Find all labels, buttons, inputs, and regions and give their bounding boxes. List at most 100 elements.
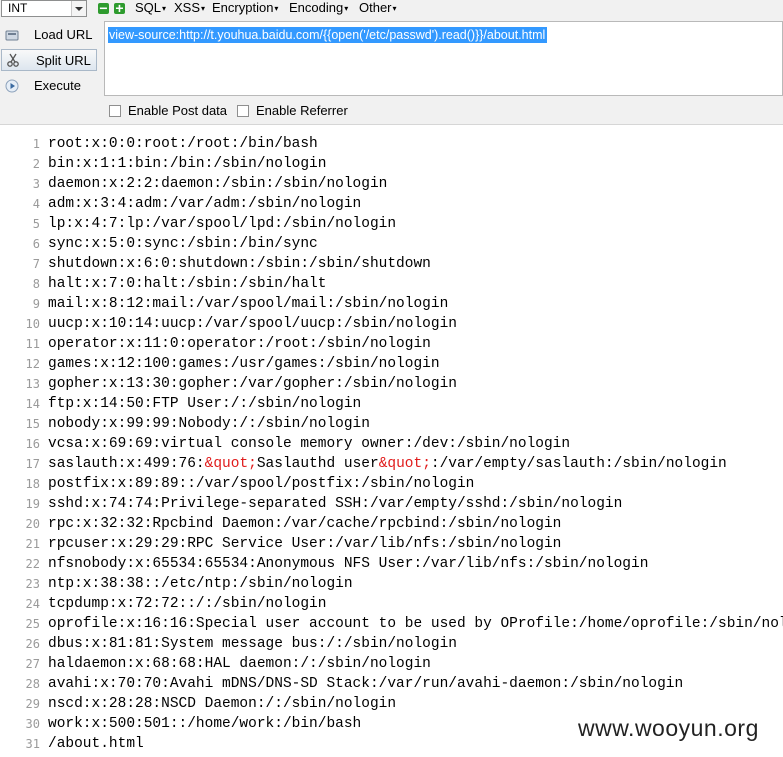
line-number: 1 (32, 137, 40, 151)
execute-button[interactable]: Execute (0, 75, 100, 97)
source-line: 27 haldaemon:x:68:68:HAL daemon:/:/sbin/n… (0, 654, 783, 674)
checkbox-icon[interactable] (237, 105, 249, 117)
enable-referrer-checkbox[interactable]: Enable Referrer (237, 103, 348, 119)
line-number: 24 (25, 597, 40, 611)
caret-icon: ▾ (201, 4, 206, 13)
line-content: operator:x:11:0:operator:/root:/sbin/nol… (48, 336, 431, 352)
source-line: 6 sync:x:5:0:sync:/sbin:/bin/sync (0, 234, 783, 254)
line-content: dbus:x:81:81:System message bus:/:/sbin/… (48, 636, 457, 652)
line-number: 2 (32, 157, 40, 171)
menu-encryption[interactable]: Encryption▾ (212, 0, 278, 16)
line-content: ftp:x:14:50:FTP User:/:/sbin/nologin (48, 396, 362, 412)
line-number: 7 (32, 257, 40, 271)
source-line: 7 shutdown:x:6:0:shutdown:/sbin:/sbin/shu… (0, 254, 783, 274)
line-content: tcpdump:x:72:72::/:/sbin/nologin (48, 596, 327, 612)
type-select-value: INT (8, 1, 28, 15)
menu-xss[interactable]: XSS▾ (174, 0, 205, 16)
enable-referrer-label: Enable Referrer (256, 103, 348, 118)
line-content: gopher:x:13:30:gopher:/var/gopher:/sbin/… (48, 376, 457, 392)
line-content: postfix:x:89:89::/var/spool/postfix:/sbi… (48, 476, 475, 492)
url-input[interactable]: view-source:http://t.youhua.baidu.com/{{… (104, 21, 783, 96)
plus-icon[interactable]: + (114, 1, 125, 15)
line-content: oprofile:x:16:16:Special user account to… (48, 616, 783, 632)
menu-other-label: Other (359, 0, 392, 15)
line-number: 6 (32, 237, 40, 251)
menu-other[interactable]: Other▾ (359, 0, 397, 16)
line-content: ntp:x:38:38::/etc/ntp:/sbin/nologin (48, 576, 353, 592)
line-content: mail:x:8:12:mail:/var/spool/mail:/sbin/n… (48, 296, 449, 312)
enable-post-data-checkbox[interactable]: Enable Post data (109, 103, 227, 119)
watermark: www.wooyun.org (578, 715, 759, 741)
hackbar-toolbar: INT − + SQL▾ XSS▾ Encryption▾ Encoding▾ … (0, 0, 783, 125)
source-line: 20 rpc:x:32:32:Rpcbind Daemon:/var/cache/… (0, 514, 783, 534)
caret-icon: ▾ (274, 4, 279, 13)
line-number: 4 (32, 197, 40, 211)
source-line: 15 nobody:x:99:99:Nobody:/:/sbin/nologin (0, 414, 783, 434)
line-content: nobody:x:99:99:Nobody:/:/sbin/nologin (48, 416, 370, 432)
source-line: 29 nscd:x:28:28:NSCD Daemon:/:/sbin/nolog… (0, 694, 783, 714)
source-line: 1 root:x:0:0:root:/root:/bin/bash (0, 134, 783, 154)
menu-encoding[interactable]: Encoding▾ (289, 0, 348, 16)
line-content: lp:x:4:7:lp:/var/spool/lpd:/sbin/nologin (48, 216, 397, 232)
line-number: 11 (25, 337, 40, 351)
line-number: 5 (32, 217, 40, 231)
enable-post-data-label: Enable Post data (128, 103, 228, 118)
source-line: 23 ntp:x:38:38::/etc/ntp:/sbin/nologin (0, 574, 783, 594)
source-line: 3 daemon:x:2:2:daemon:/sbin:/sbin/nologin (0, 174, 783, 194)
html-entity: &quot; (378, 456, 431, 472)
line-content: adm:x:3:4:adm:/var/adm:/sbin/nologin (48, 196, 362, 212)
line-content: vcsa:x:69:69:virtual console memory owne… (48, 436, 571, 452)
source-line: 28 avahi:x:70:70:Avahi mDNS/DNS-SD Stack:… (0, 674, 783, 694)
menu-encoding-label: Encoding (289, 0, 344, 15)
play-icon (5, 79, 19, 93)
menu-sql[interactable]: SQL▾ (135, 0, 166, 16)
line-number: 15 (25, 417, 40, 431)
line-number: 20 (25, 517, 40, 531)
line-number: 8 (32, 277, 40, 291)
line-content: sshd:x:74:74:Privilege-separated SSH:/va… (48, 496, 623, 512)
line-content: uucp:x:10:14:uucp:/var/spool/uucp:/sbin/… (48, 316, 457, 332)
source-line: 21 rpcuser:x:29:29:RPC Service User:/var/… (0, 534, 783, 554)
line-number: 12 (25, 357, 40, 371)
source-line: 18 postfix:x:89:89::/var/spool/postfix:/s… (0, 474, 783, 494)
source-line: 9 mail:x:8:12:mail:/var/spool/mail:/sbin/… (0, 294, 783, 314)
line-content: games:x:12:100:games:/usr/games:/sbin/no… (48, 356, 440, 372)
checkbox-icon[interactable] (109, 105, 121, 117)
line-content: rpc:x:32:32:Rpcbind Daemon:/var/cache/rp… (48, 516, 562, 532)
line-content: shutdown:x:6:0:shutdown:/sbin:/sbin/shut… (48, 256, 431, 272)
html-entity: &quot; (204, 456, 257, 472)
source-line: 12 games:x:12:100:games:/usr/games:/sbin/… (0, 354, 783, 374)
line-number: 22 (25, 557, 40, 571)
source-line: 13 gopher:x:13:30:gopher:/var/gopher:/sbi… (0, 374, 783, 394)
line-number: 28 (25, 677, 40, 691)
line-number: 31 (25, 737, 40, 751)
view-source-content: 1 root:x:0:0:root:/root:/bin/bash 2 bin:x:1… (0, 134, 783, 754)
source-line: 26 dbus:x:81:81:System message bus:/:/sbi… (0, 634, 783, 654)
scissors-icon (7, 53, 19, 67)
source-line: 22 nfsnobody:x:65534:65534:Anonymous NFS … (0, 554, 783, 574)
line-content: nfsnobody:x:65534:65534:Anonymous NFS Us… (48, 556, 649, 572)
line-content: rpcuser:x:29:29:RPC Service User:/var/li… (48, 536, 562, 552)
load-url-label: Load URL (34, 27, 93, 42)
line-number: 3 (32, 177, 40, 191)
source-line: 17 saslauth:x:499:76:&quot;Saslauthd user… (0, 454, 783, 474)
line-content: /about.html (48, 736, 144, 752)
source-line: 14 ftp:x:14:50:FTP User:/:/sbin/nologin (0, 394, 783, 414)
line-number: 26 (25, 637, 40, 651)
source-line: 2 bin:x:1:1:bin:/bin:/sbin/nologin (0, 154, 783, 174)
load-url-button[interactable]: Load URL (0, 24, 100, 46)
line-number: 29 (25, 697, 40, 711)
split-url-button[interactable]: Split URL (1, 49, 97, 71)
line-number: 23 (25, 577, 40, 591)
line-number: 10 (25, 317, 40, 331)
menu-sql-label: SQL (135, 0, 162, 15)
line-content: halt:x:7:0:halt:/sbin:/sbin/halt (48, 276, 327, 292)
type-select[interactable]: INT (1, 0, 87, 17)
minus-icon[interactable]: − (98, 1, 109, 15)
source-line: 10 uucp:x:10:14:uucp:/var/spool/uucp:/sbi… (0, 314, 783, 334)
execute-label: Execute (34, 78, 81, 93)
line-content: work:x:500:501::/home/work:/bin/bash (48, 716, 362, 732)
menu-xss-label: XSS (174, 0, 201, 15)
line-content: root:x:0:0:root:/root:/bin/bash (48, 136, 318, 152)
url-input-value[interactable]: view-source:http://t.youhua.baidu.com/{{… (108, 27, 548, 43)
